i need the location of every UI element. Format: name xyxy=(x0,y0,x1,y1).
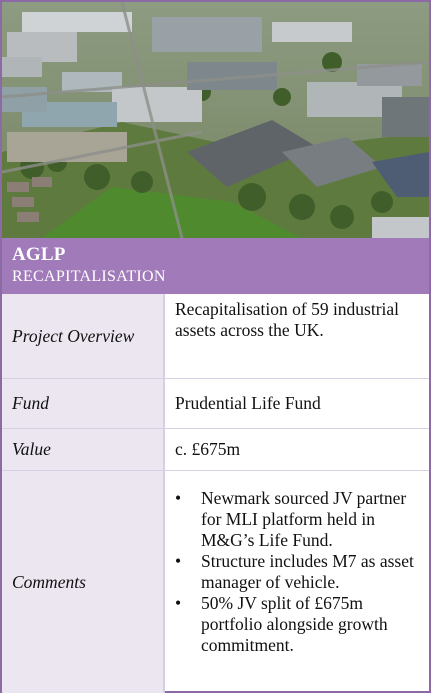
row-label-fund: Fund xyxy=(2,379,163,428)
deal-card: AGLP RECAPITALISATION Project Overview R… xyxy=(0,0,431,693)
table-row: Comments • Newmark sourced JV partner fo… xyxy=(2,470,429,693)
bullet-icon: • xyxy=(175,551,182,571)
comment-text: 50% JV split of £675m portfolio alongsid… xyxy=(201,593,388,655)
table-row: Fund Prudential Life Fund xyxy=(2,378,429,428)
row-label-comments: Comments xyxy=(2,471,163,693)
bullet-icon: • xyxy=(175,593,182,613)
aerial-photo xyxy=(2,2,429,238)
project-title: AGLP xyxy=(12,244,66,265)
row-value-comments: • Newmark sourced JV partner for MLI pla… xyxy=(163,471,429,693)
row-label-project-overview: Project Overview xyxy=(2,294,163,378)
table-row: Project Overview Recapitalisation of 59 … xyxy=(2,294,429,378)
comments-list: • Newmark sourced JV partner for MLI pla… xyxy=(175,488,419,656)
comment-text: Newmark sourced JV partner for MLI platf… xyxy=(201,488,407,550)
row-value-fund: Prudential Life Fund xyxy=(163,379,429,428)
row-label-value: Value xyxy=(2,429,163,470)
list-item: • Newmark sourced JV partner for MLI pla… xyxy=(175,488,419,551)
header-band: AGLP RECAPITALISATION xyxy=(2,238,429,294)
details-table: Project Overview Recapitalisation of 59 … xyxy=(2,294,429,693)
project-subtitle: RECAPITALISATION xyxy=(12,268,166,285)
bullet-icon: • xyxy=(175,488,182,508)
row-value-value: c. £675m xyxy=(163,429,429,470)
table-row: Value c. £675m xyxy=(2,428,429,470)
list-item: • 50% JV split of £675m portfolio alongs… xyxy=(175,593,419,656)
comment-text: Structure includes M7 as asset manager o… xyxy=(201,551,414,592)
list-item: • Structure includes M7 as asset manager… xyxy=(175,551,419,593)
row-value-project-overview: Recapitalisation of 59 industrial assets… xyxy=(163,294,429,378)
